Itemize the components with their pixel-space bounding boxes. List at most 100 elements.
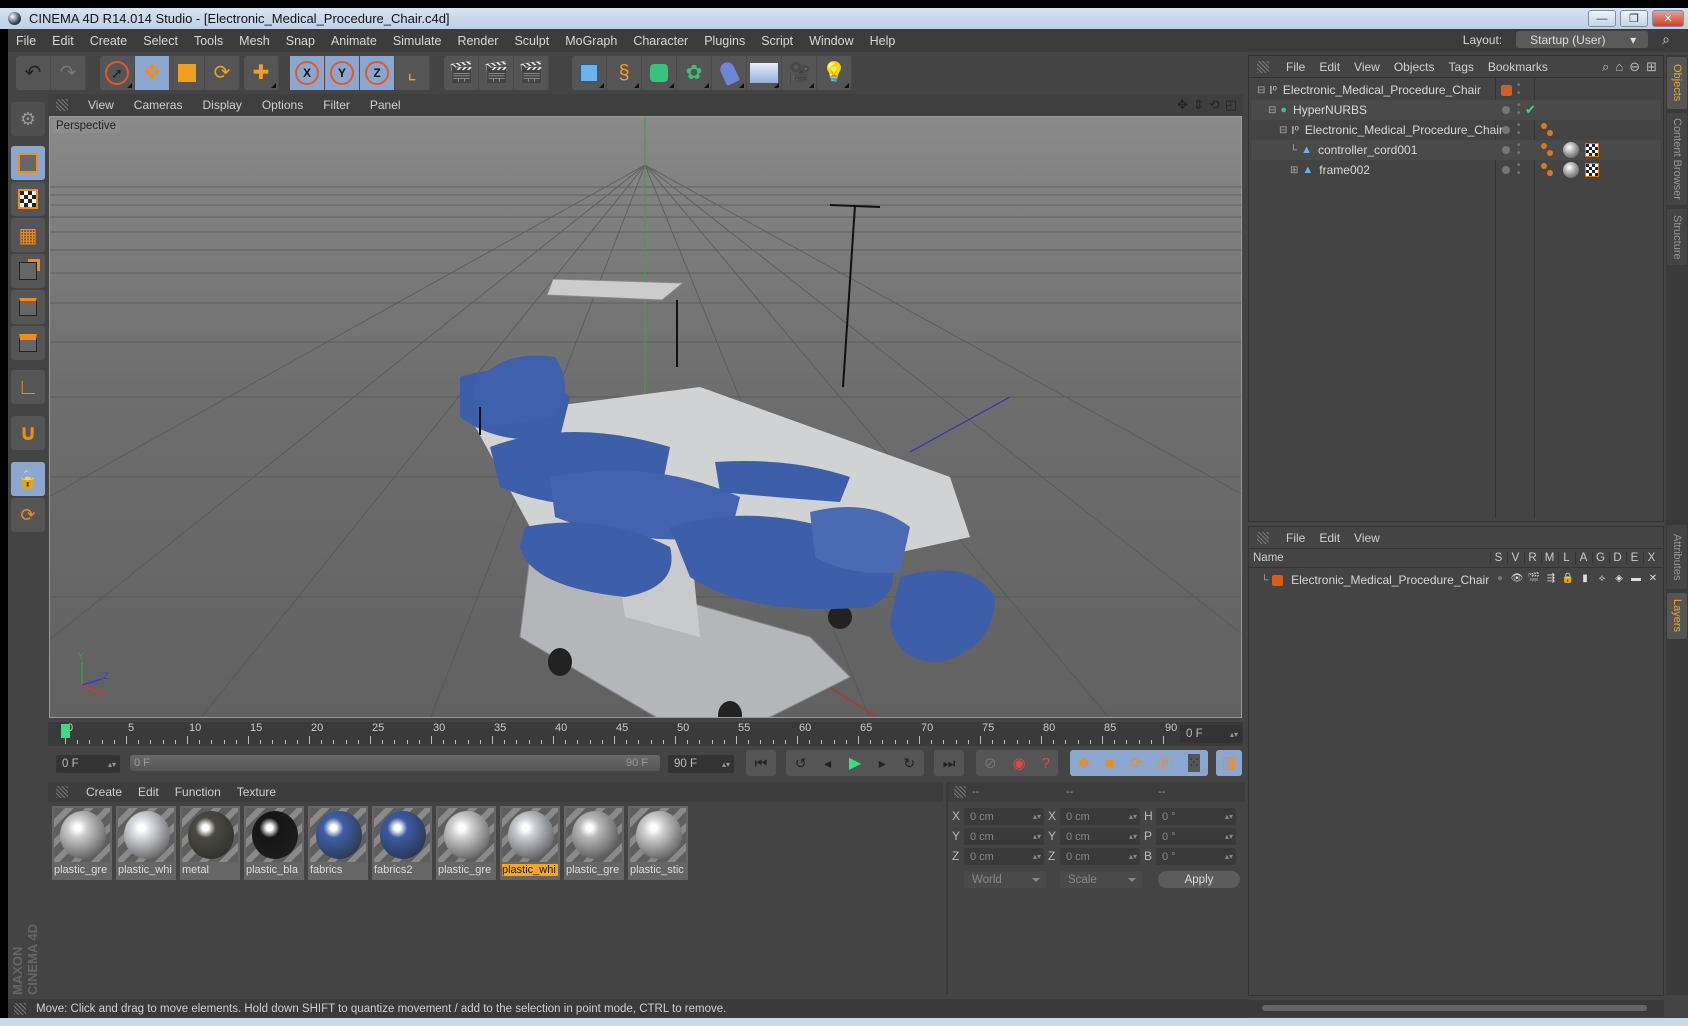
key-position-icon[interactable]: ✥ <box>1078 754 1091 772</box>
tab-attributes[interactable]: Attributes <box>1667 525 1687 589</box>
coordinate-field[interactable]: 0 ° ▴▾ <box>1156 848 1236 865</box>
3d-viewport[interactable]: Y Z X Perspective <box>49 116 1242 718</box>
material-item[interactable]: fabrics <box>308 806 368 880</box>
z-axis-icon[interactable]: Z <box>360 56 395 90</box>
layer-column-r[interactable]: R <box>1524 552 1540 564</box>
visibility-dot-icon[interactable] <box>1502 166 1510 174</box>
object-row[interactable]: ⊟ ● HyperNURBS • • ✔ <box>1251 100 1661 120</box>
layer-visible-editor-icon[interactable]: 👁 <box>1509 573 1525 584</box>
search-icon[interactable]: ⌕ <box>1654 31 1678 48</box>
object-menu-objects[interactable]: Objects <box>1387 60 1442 74</box>
coordinate-field[interactable]: 0 ° ▴▾ <box>1156 828 1236 845</box>
move-icon[interactable]: ✥ <box>135 56 170 90</box>
expand-toggle-icon[interactable]: ⊟ <box>1257 85 1265 96</box>
live-selection-icon[interactable]: ➚ <box>100 56 135 90</box>
minimize-button[interactable]: — <box>1588 10 1616 27</box>
expand-toggle-icon[interactable]: ⊞ <box>1290 165 1298 176</box>
viewport-camera-label[interactable]: Perspective <box>52 119 121 133</box>
cube-icon[interactable] <box>572 56 607 90</box>
material-item[interactable]: metal <box>180 806 240 880</box>
end-frame-field[interactable]: 90 F ▴▾ <box>668 755 734 773</box>
key-parameter-icon[interactable]: Ⓟ <box>1158 753 1173 774</box>
search-icon[interactable]: ⌕ <box>1602 59 1609 75</box>
key-point-level-icon[interactable]: ⁙ <box>1187 754 1201 772</box>
autokey-disabled-icon[interactable]: ⊘ <box>984 754 997 772</box>
material-item[interactable]: plastic_whi <box>116 806 176 880</box>
layer-menu-edit[interactable]: Edit <box>1312 531 1347 545</box>
texture-mode-icon[interactable] <box>11 182 45 216</box>
restore-button[interactable]: ❐ <box>1620 10 1648 27</box>
spinner-icon[interactable]: ▴▾ <box>1225 852 1233 861</box>
points-mode-icon[interactable] <box>11 254 45 288</box>
expand-toggle-icon[interactable]: ⊟ <box>1279 125 1287 136</box>
layer-expressions-icon[interactable]: ▬ <box>1628 573 1644 584</box>
coordinate-field[interactable]: 0 cm ▴▾ <box>964 848 1044 865</box>
scrollbar-thumb[interactable] <box>1262 1005 1647 1011</box>
model-mode-icon[interactable] <box>11 146 45 180</box>
menu-animate[interactable]: Animate <box>323 34 385 48</box>
menu-mograph[interactable]: MoGraph <box>557 34 625 48</box>
home-icon[interactable]: ⌂ <box>1615 59 1623 75</box>
workplane-mode-icon[interactable]: ▦ <box>11 218 45 252</box>
coordinate-field[interactable]: 0 cm ▴▾ <box>1060 808 1140 825</box>
render-visibility-icon[interactable]: • • <box>1517 161 1521 179</box>
grip-icon[interactable] <box>954 786 966 798</box>
layer-column-m[interactable]: M <box>1541 552 1557 564</box>
layer-deformers-icon[interactable]: ◈ <box>1611 573 1627 584</box>
grip-icon[interactable] <box>1257 531 1269 544</box>
camera-icon[interactable]: 🎥 <box>782 56 817 90</box>
phong-tag-icon[interactable] <box>1541 122 1555 138</box>
menu-select[interactable]: Select <box>135 34 186 48</box>
locked-workplane-icon[interactable]: 🔒 <box>11 462 45 496</box>
x-axis-icon[interactable]: X <box>290 56 325 90</box>
rotate-icon[interactable]: ⟳ <box>205 56 240 90</box>
material-menu-edit[interactable]: Edit <box>130 785 167 799</box>
layer-column-v[interactable]: V <box>1507 552 1523 564</box>
menu-file[interactable]: File <box>8 34 44 48</box>
object-menu-edit[interactable]: Edit <box>1312 60 1347 74</box>
coordinate-field[interactable]: 0 cm ▴▾ <box>1060 848 1140 865</box>
spinner-icon[interactable]: ▴▾ <box>1129 852 1137 861</box>
menu-sculpt[interactable]: Sculpt <box>506 34 557 48</box>
render-visibility-icon[interactable]: • • <box>1517 141 1521 159</box>
material-item[interactable]: plastic_whi <box>500 806 560 880</box>
layer-visible-manager-icon[interactable]: ⇶ <box>1543 573 1559 584</box>
coordinate-field[interactable]: 0 ° ▴▾ <box>1156 808 1236 825</box>
material-menu-create[interactable]: Create <box>78 785 130 799</box>
object-menu-tags[interactable]: Tags <box>1442 60 1481 74</box>
playhead[interactable] <box>61 724 70 738</box>
deformer-bend-icon[interactable] <box>712 56 747 90</box>
spline-pen-icon[interactable]: § <box>607 56 642 90</box>
layer-column-l[interactable]: L <box>1558 552 1574 564</box>
material-item[interactable]: plastic_gre <box>436 806 496 880</box>
layer-color-swatch[interactable] <box>1272 574 1284 586</box>
spinner-icon[interactable]: ▴▾ <box>1225 812 1233 821</box>
axis-mode-icon[interactable]: ∟ <box>11 370 45 404</box>
redo-icon[interactable]: ↷ <box>51 56 86 90</box>
make-editable-icon[interactable]: ⚙ <box>11 102 45 136</box>
start-frame-field[interactable]: 0 F ▴▾ <box>56 755 120 773</box>
visibility-dot-icon[interactable] <box>1502 146 1510 154</box>
new-panel-icon[interactable]: ⊞ <box>1646 59 1657 75</box>
light-icon[interactable]: 💡 <box>817 56 852 90</box>
rotate-view-icon[interactable]: ⟲ <box>1209 97 1220 113</box>
layer-column-x[interactable]: X <box>1643 552 1659 564</box>
layer-row[interactable]: └ Electronic_Medical_Procedure_Chair ● 👁 🎬 ⇶ 🔒… <box>1251 570 1661 590</box>
floor-icon[interactable] <box>747 56 782 90</box>
material-tag-icon[interactable] <box>1563 142 1579 158</box>
layer-visible-render-icon[interactable]: 🎬 <box>1526 573 1542 584</box>
menu-window[interactable]: Window <box>801 34 861 48</box>
play-icon[interactable]: ▶ <box>849 753 861 773</box>
uvw-tag-icon[interactable] <box>1585 143 1599 157</box>
phong-tag-icon[interactable] <box>1541 142 1555 158</box>
layer-menu-file[interactable]: File <box>1279 531 1312 545</box>
recent-tool-icon[interactable]: ✚ <box>244 56 279 90</box>
object-row[interactable]: └ ▲ controller_cord001 • • <box>1251 140 1661 160</box>
tab-content-browser[interactable]: Content Browser <box>1667 113 1687 205</box>
material-tag-icon[interactable] <box>1563 162 1579 178</box>
planar-workplane-icon[interactable]: ⟳ <box>11 498 45 532</box>
object-row[interactable]: ⊟ ⅼ⁰ Electronic_Medical_Procedure_Chair • • <box>1251 120 1661 140</box>
visibility-dot-icon[interactable] <box>1502 126 1510 134</box>
go-to-start-icon[interactable]: ⏮ <box>746 750 776 776</box>
layer-locked-icon[interactable]: 🔒 <box>1560 573 1576 584</box>
